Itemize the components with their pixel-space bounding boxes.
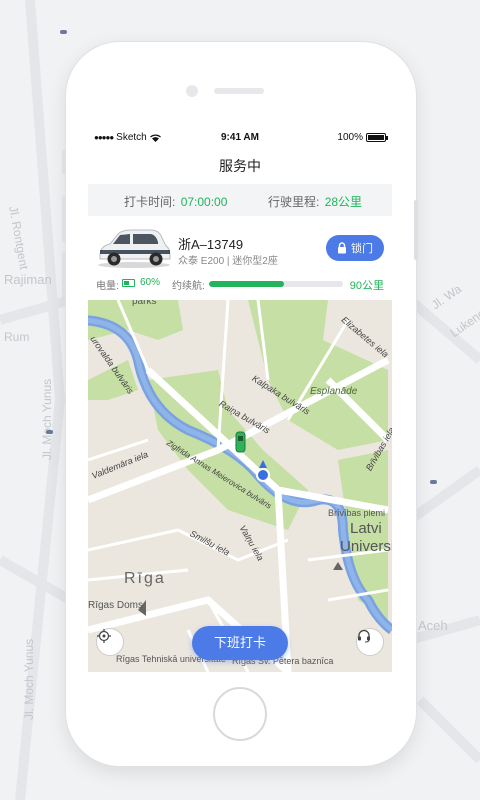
checkin-value: 07:00:00 <box>180 195 228 209</box>
mileage-label: 行驶里程: <box>268 195 320 209</box>
phone-camera <box>186 85 198 97</box>
mileage: 行驶里程: 28公里 <box>268 193 362 210</box>
lock-door-button[interactable]: 锁门 <box>326 235 384 261</box>
checkout-button[interactable]: 下班打卡 <box>192 626 288 660</box>
car-image <box>98 229 171 268</box>
lock-door-label: 锁门 <box>351 243 373 255</box>
car-card: 浙A–13749 众泰 E200 | 迷你型2座 锁门 电量: 60% 约续航:… <box>88 216 392 300</box>
checkin-time: 打卡时间: 07:00:00 <box>124 193 227 210</box>
battery-label: 电量: <box>96 281 119 292</box>
bg-label-aceh: Aceh <box>418 618 448 633</box>
range-label: 约续航: <box>172 281 205 292</box>
battery-icon <box>366 133 388 142</box>
bg-label-rajiman: Rajiman <box>4 272 52 287</box>
battery-level-icon <box>122 279 135 287</box>
map-label-freedom-monument: Brīvības piemi <box>328 508 386 518</box>
map-label-universi: Universi <box>340 538 392 555</box>
map-label-riga: Rīga <box>124 570 166 587</box>
mileage-value: 28公里 <box>324 195 363 209</box>
battery-value: 60% <box>140 277 161 288</box>
volume-down-button <box>62 252 66 298</box>
home-button[interactable] <box>213 687 267 741</box>
page-title: 服务中 <box>219 158 261 174</box>
bg-label-rum: Rum <box>4 330 30 344</box>
bg-car-dot <box>430 480 437 484</box>
map-label-latvi: Latvi <box>350 520 382 537</box>
battery-percent: 100% <box>337 132 363 143</box>
map-view[interactable]: parks Esplanāde Latvi Universi Rīga Rīga… <box>88 300 392 672</box>
power-button <box>414 200 418 260</box>
battery-range-row: 电量: 60% 约续航: 90公里 <box>96 277 384 292</box>
range-progress-bar <box>209 281 343 287</box>
headset-icon <box>358 629 370 643</box>
bg-car-dot <box>60 30 67 34</box>
car-model: 众泰 E200 | 迷你型2座 <box>178 256 278 267</box>
trip-info-bar: 打卡时间: 07:00:00 行驶里程: 28公里 <box>88 184 392 216</box>
checkin-label: 打卡时间: <box>124 195 176 209</box>
volume-up-button <box>62 196 66 242</box>
map-label-rigas-doms: Rīgas Doms <box>88 600 144 611</box>
car-plate: 浙A–13749 <box>178 237 244 252</box>
locate-button[interactable] <box>96 628 124 656</box>
bg-car-dot <box>46 430 53 434</box>
bg-label-yunus-1: Jl. Moch Yunus <box>40 378 54 460</box>
customer-service-button[interactable] <box>356 628 384 656</box>
map-label-parks: parks <box>132 300 157 307</box>
range-value: 90公里 <box>349 280 384 292</box>
phone-speaker <box>214 88 264 94</box>
status-right: 100% <box>337 132 388 143</box>
locate-icon <box>97 629 111 643</box>
side-button <box>62 150 66 174</box>
lock-icon <box>338 242 346 254</box>
map-label-esplanade: Esplanāde <box>310 386 358 397</box>
status-bar: ●●●●● Sketch 9:41 AM 100% <box>88 128 392 148</box>
app-screen: ●●●●● Sketch 9:41 AM 100% 服务中 打卡时间: 07:0… <box>88 128 392 672</box>
bg-label-yunus-2: Jl. Moch Yunus <box>22 638 36 720</box>
